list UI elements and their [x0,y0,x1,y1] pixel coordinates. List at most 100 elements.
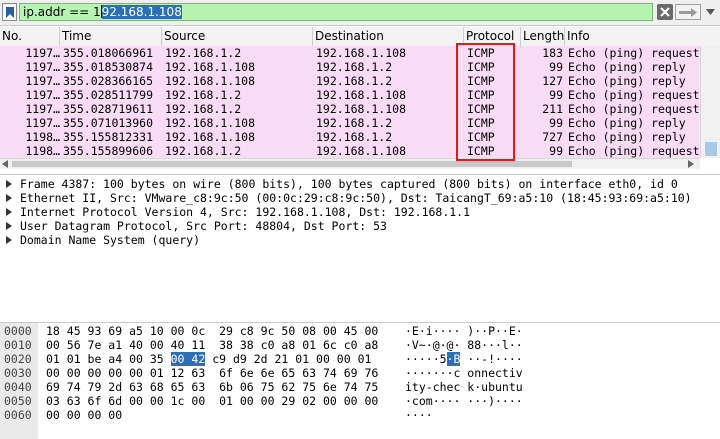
apply-filter-button[interactable] [675,4,701,20]
cell-length: 99 [549,116,563,130]
ascii-bytes[interactable]: ·····5·B ··-!···· [405,352,523,366]
cell-info: Echo (ping) reply [568,116,686,130]
column-header-length[interactable]: Length [521,27,565,46]
display-filter-input[interactable]: ip.addr == 192.168.1.108 [19,3,653,21]
packet-list-vertical-scrollbar[interactable] [700,46,720,158]
expand-triangle-icon[interactable] [6,180,12,188]
detail-tree-label: Domain Name System (query) [20,233,201,247]
filter-bookmark-button[interactable] [2,3,17,21]
packet-row[interactable]: 1198… 355.155899606 192.168.1.2 192.168.1.1… [0,144,700,158]
detail-tree-item[interactable]: Ethernet II, Src: VMware_c8:9c:50 (00:0c… [0,191,720,205]
cell-no: 1197… [25,102,60,116]
cell-time: 355.028511799 [63,88,154,102]
hex-group-a: 00 56 7e a1 40 00 40 11 [46,338,206,352]
hex-group-gap [205,394,219,408]
filter-history-dropdown[interactable] [704,4,718,20]
detail-tree-item[interactable]: Internet Protocol Version 4, Src: 192.16… [0,205,720,219]
scroll-left-arrow-icon[interactable] [2,160,8,168]
arrow-right-icon [679,8,697,17]
expand-triangle-icon[interactable] [6,194,12,202]
detail-tree-item[interactable]: Domain Name System (query) [0,233,720,247]
ascii-bytes[interactable]: ·V~·@·@· 88···l·· [405,338,523,352]
byte-offset: 0010 [4,338,32,352]
cell-length: 127 [542,74,563,88]
expand-triangle-icon[interactable] [6,208,12,216]
cell-destination: 192.168.1.2 [316,60,393,74]
hex-bytes[interactable]: 03 63 6f 6d 00 00 1c 00 01 00 00 29 02 0… [46,394,378,408]
packet-row[interactable]: 1197… 355.018066961 192.168.1.2 192.168.1.1… [0,46,700,60]
filter-text-selected: 92.168.1.108 [101,5,182,19]
expand-triangle-icon[interactable] [6,236,12,244]
cell-source: 192.168.1.2 [165,46,242,60]
packet-row[interactable]: 1197… 355.018530874 192.168.1.108 192.168.1… [0,60,700,74]
packet-rows: 1197… 355.018066961 192.168.1.2 192.168.1.1… [0,46,720,158]
scroll-right-arrow-icon[interactable] [688,160,694,168]
packet-row[interactable]: 1197… 355.028511799 192.168.1.2 192.168.1.1… [0,88,700,102]
horizontal-scroll-thumb[interactable] [12,161,572,167]
detail-tree-label: User Datagram Protocol, Src Port: 48804,… [20,219,387,233]
hex-group-b: 01 00 00 29 02 00 00 00 [219,394,379,408]
detail-tree-item[interactable]: User Datagram Protocol, Src Port: 48804,… [0,219,720,233]
ascii-bytes[interactable]: ·com···· ···)···· [405,394,523,408]
cell-length: 211 [542,102,563,116]
packet-list-horizontal-scrollbar[interactable] [0,158,700,169]
ascii-selected-bytes: ·B [446,352,461,366]
packet-row[interactable]: 1197… 355.028719611 192.168.1.2 192.168.1.1… [0,102,700,116]
bookmark-icon [6,7,14,18]
packet-details-pane: Frame 4387: 100 bytes on wire (800 bits)… [0,174,720,321]
cell-destination: 192.168.1.108 [316,46,407,60]
byte-offset: 0030 [4,366,32,380]
cell-length: 99 [549,88,563,102]
cell-info: Echo (ping) request [568,46,700,60]
detail-tree-label: Internet Protocol Version 4, Src: 192.16… [20,205,471,219]
packet-bytes-pane: 0000 18 45 93 69 a5 10 00 0c 29 c8 9c 50 … [0,322,720,439]
hex-bytes[interactable]: 00 00 00 00 [46,408,136,422]
hex-bytes[interactable]: 01 01 be a4 00 35 00 42 c9 d9 2d 21 01 0… [46,352,371,366]
cell-length: 727 [542,130,563,144]
cell-no: 1197… [25,46,60,60]
ascii-part-a: ·····5 [405,352,447,366]
cell-info: Echo (ping) request [568,88,700,102]
cell-no: 1198… [25,130,60,144]
column-header-info[interactable]: Info [565,27,720,46]
clear-filter-button[interactable] [657,4,673,20]
hex-group-a: 00 00 00 00 [46,408,123,422]
hex-bytes[interactable]: 18 45 93 69 a5 10 00 0c 29 c8 9c 50 08 0… [46,324,378,338]
packet-list-pane: No. Time Source Destination Protocol Len… [0,27,720,169]
packet-row[interactable]: 1198… 355.155812331 192.168.1.108 192.168.1… [0,130,700,144]
ascii-part-b: ··-!···· [460,352,523,366]
hex-bytes[interactable]: 69 74 79 2d 63 68 65 63 6b 06 75 62 75 6… [46,380,378,394]
hex-group-a: 69 74 79 2d 63 68 65 63 [46,380,206,394]
hex-group-gap [122,408,136,422]
column-header-time[interactable]: Time [60,27,162,46]
packet-row[interactable]: 1197… 355.071013960 192.168.1.108 192.168.1… [0,116,700,130]
column-header-no[interactable]: No. [0,27,60,46]
hex-group-a: 01 01 be a4 00 35 [46,352,171,366]
cell-destination: 192.168.1.2 [316,130,393,144]
cell-source: 192.168.1.2 [165,144,242,158]
column-header-destination[interactable]: Destination [313,27,464,46]
ascii-bytes[interactable]: ity-chec k·ubuntu [405,380,523,394]
hex-bytes[interactable]: 00 00 00 00 00 01 12 63 6f 6e 6e 65 63 7… [46,366,378,380]
cell-source: 192.168.1.108 [165,74,256,88]
byte-offset: 0040 [4,380,32,394]
cell-info: Echo (ping) request [568,102,700,116]
ascii-bytes[interactable]: ·······c onnectiv [405,366,523,380]
vertical-scroll-thumb[interactable] [705,142,717,156]
hex-group-gap [205,324,219,338]
detail-tree-item[interactable]: Frame 4387: 100 bytes on wire (800 bits)… [0,177,720,191]
column-header-source[interactable]: Source [162,27,313,46]
ascii-bytes[interactable]: ·E·i···· )··P··E· [405,324,523,338]
cell-length: 183 [542,46,563,60]
detail-tree-label: Ethernet II, Src: VMware_c8:9c:50 (00:0c… [20,191,692,205]
expand-triangle-icon[interactable] [6,222,12,230]
cell-no: 1198… [25,144,60,158]
cell-time: 355.028366165 [63,74,154,88]
hex-bytes[interactable]: 00 56 7e a1 40 00 40 11 38 38 c0 a8 01 6… [46,338,378,352]
hex-group-b: 38 38 c0 a8 01 6c c0 a8 [219,338,379,352]
cell-source: 192.168.1.2 [165,88,242,102]
hex-group-gap [205,338,219,352]
packet-row[interactable]: 1197… 355.028366165 192.168.1.108 192.168.1… [0,74,700,88]
ascii-bytes[interactable]: ···· [405,408,433,422]
cell-time: 355.071013960 [63,116,154,130]
